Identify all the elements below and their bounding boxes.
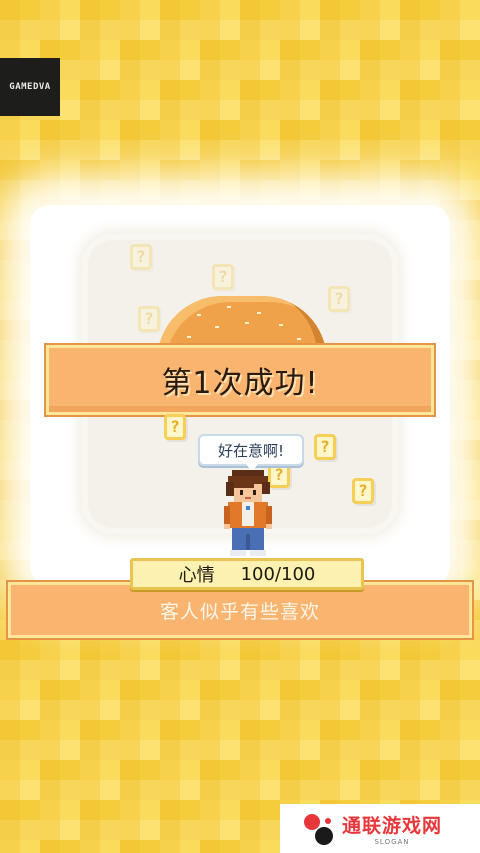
question-mark-icon: ?: [212, 264, 234, 290]
question-mark-icon: ?: [130, 244, 152, 270]
question-mark-icon: ?: [314, 434, 336, 460]
reaction-message-box: 客人似乎有些喜欢: [6, 580, 474, 640]
watermark-slogan: SLOGAN: [374, 838, 410, 846]
speech-bubble: 好在意啊!: [198, 434, 304, 472]
mood-label: 心情: [178, 565, 215, 586]
question-mark-icon: ?: [352, 478, 374, 504]
question-mark-icon: ?: [138, 306, 160, 332]
question-mark-icon: ?: [164, 414, 186, 440]
customer-character: [224, 470, 272, 556]
site-watermark: 通联游戏网 SLOGAN: [280, 804, 480, 853]
question-mark-icon: ?: [328, 286, 350, 312]
gamedva-logo: GAMEDVA: [0, 58, 60, 116]
mood-value: 100/100: [240, 563, 316, 585]
watermark-title: 通联游戏网: [342, 815, 443, 837]
mood-meter: 心情 100/100: [130, 558, 364, 590]
success-banner-text: 第1次成功!: [161, 366, 319, 401]
reaction-message-text: 客人似乎有些喜欢: [159, 600, 320, 623]
speech-bubble-text: 好在意啊!: [217, 441, 284, 460]
watermark-logo-icon: [304, 813, 333, 845]
success-banner: 第1次成功!: [44, 343, 436, 417]
